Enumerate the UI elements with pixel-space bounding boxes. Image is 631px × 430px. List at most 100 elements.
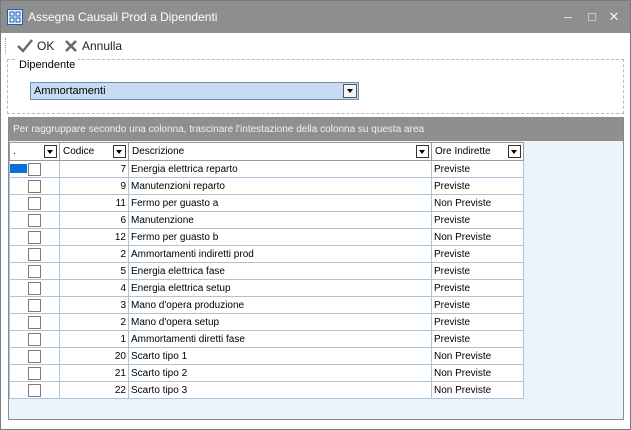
row-checkbox[interactable] xyxy=(28,163,41,176)
group-by-panel[interactable]: Per raggruppare secondo una colonna, tra… xyxy=(9,118,623,141)
table-row[interactable]: 1 Ammortamenti diretti fase Previste xyxy=(9,330,524,348)
row-selector-cell[interactable] xyxy=(9,262,60,280)
row-checkbox[interactable] xyxy=(28,367,41,380)
row-checkbox[interactable] xyxy=(28,248,41,261)
column-header-codice[interactable]: Codice xyxy=(59,142,129,161)
dipendente-combobox[interactable]: Ammortamenti xyxy=(30,82,359,100)
chevron-down-icon[interactable] xyxy=(343,84,357,98)
row-checkbox[interactable] xyxy=(28,197,41,210)
ore-indirette-cell[interactable]: Previste xyxy=(431,262,524,280)
row-selector-cell[interactable] xyxy=(9,194,60,212)
codice-cell[interactable]: 21 xyxy=(59,364,129,382)
table-row[interactable]: 5 Energia elettrica fase Previste xyxy=(9,262,524,280)
column-header-select[interactable]: . xyxy=(9,142,60,161)
descrizione-cell[interactable]: Energia elettrica reparto xyxy=(128,160,432,178)
descrizione-cell[interactable]: Energia elettrica setup xyxy=(128,279,432,297)
table-row[interactable]: 3 Mano d'opera produzione Previste xyxy=(9,296,524,314)
descrizione-cell[interactable]: Manutenzioni reparto xyxy=(128,177,432,195)
ore-indirette-cell[interactable]: Previste xyxy=(431,211,524,229)
table-row[interactable]: 12 Fermo per guasto b Non Previste xyxy=(9,228,524,246)
codice-cell[interactable]: 1 xyxy=(59,330,129,348)
title-bar[interactable]: Assegna Causali Prod a Dipendenti – □ ✕ xyxy=(1,1,630,33)
codice-cell[interactable]: 2 xyxy=(59,245,129,263)
row-checkbox[interactable] xyxy=(28,299,41,312)
row-checkbox[interactable] xyxy=(28,180,41,193)
ore-indirette-cell[interactable]: Previste xyxy=(431,279,524,297)
filter-dropdown-icon[interactable] xyxy=(113,145,126,158)
row-selector-cell[interactable] xyxy=(9,211,60,229)
row-selector-cell[interactable] xyxy=(9,228,60,246)
codice-cell[interactable]: 3 xyxy=(59,296,129,314)
column-header-descrizione[interactable]: Descrizione xyxy=(128,142,432,161)
toolbar-grip[interactable] xyxy=(5,38,8,54)
table-row[interactable]: 11 Fermo per guasto a Non Previste xyxy=(9,194,524,212)
codice-cell[interactable]: 12 xyxy=(59,228,129,246)
table-row[interactable]: 20 Scarto tipo 1 Non Previste xyxy=(9,347,524,365)
codice-cell[interactable]: 2 xyxy=(59,313,129,331)
codice-cell[interactable]: 20 xyxy=(59,347,129,365)
close-icon[interactable]: ✕ xyxy=(604,7,624,27)
ore-indirette-cell[interactable]: Non Previste xyxy=(431,381,524,399)
row-checkbox[interactable] xyxy=(28,350,41,363)
codice-cell[interactable]: 7 xyxy=(59,160,129,178)
ore-indirette-cell[interactable]: Non Previste xyxy=(431,228,524,246)
cancel-button[interactable]: Annulla xyxy=(64,37,122,55)
maximize-icon[interactable]: □ xyxy=(582,7,602,27)
table-row[interactable]: 21 Scarto tipo 2 Non Previste xyxy=(9,364,524,382)
descrizione-cell[interactable]: Mano d'opera produzione xyxy=(128,296,432,314)
descrizione-cell[interactable]: Manutenzione xyxy=(128,211,432,229)
ore-indirette-cell[interactable]: Non Previste xyxy=(431,364,524,382)
row-selector-cell[interactable] xyxy=(9,364,60,382)
ore-indirette-cell[interactable]: Previste xyxy=(431,245,524,263)
column-header-ore-indirette[interactable]: Ore Indirette xyxy=(431,142,524,161)
descrizione-cell[interactable]: Mano d'opera setup xyxy=(128,313,432,331)
row-selector-cell[interactable] xyxy=(9,160,60,178)
descrizione-cell[interactable]: Scarto tipo 1 xyxy=(128,347,432,365)
table-row[interactable]: 9 Manutenzioni reparto Previste xyxy=(9,177,524,195)
row-checkbox[interactable] xyxy=(28,282,41,295)
row-selector-cell[interactable] xyxy=(9,313,60,331)
table-row[interactable]: 4 Energia elettrica setup Previste xyxy=(9,279,524,297)
descrizione-cell[interactable]: Fermo per guasto a xyxy=(128,194,432,212)
descrizione-cell[interactable]: Scarto tipo 2 xyxy=(128,364,432,382)
ore-indirette-cell[interactable]: Previste xyxy=(431,330,524,348)
codice-cell[interactable]: 11 xyxy=(59,194,129,212)
ore-indirette-cell[interactable]: Previste xyxy=(431,177,524,195)
table-row[interactable]: 2 Mano d'opera setup Previste xyxy=(9,313,524,331)
ore-indirette-cell[interactable]: Previste xyxy=(431,160,524,178)
table-row[interactable]: 7 Energia elettrica reparto Previste xyxy=(9,160,524,178)
row-selector-cell[interactable] xyxy=(9,296,60,314)
row-selector-cell[interactable] xyxy=(9,347,60,365)
descrizione-cell[interactable]: Fermo per guasto b xyxy=(128,228,432,246)
row-checkbox[interactable] xyxy=(28,316,41,329)
row-selector-cell[interactable] xyxy=(9,330,60,348)
table-row[interactable]: 22 Scarto tipo 3 Non Previste xyxy=(9,381,524,399)
row-checkbox[interactable] xyxy=(28,214,41,227)
row-checkbox[interactable] xyxy=(28,231,41,244)
row-checkbox[interactable] xyxy=(28,333,41,346)
filter-dropdown-icon[interactable] xyxy=(416,145,429,158)
codice-cell[interactable]: 6 xyxy=(59,211,129,229)
row-selector-cell[interactable] xyxy=(9,177,60,195)
ore-indirette-cell[interactable]: Non Previste xyxy=(431,194,524,212)
ok-button[interactable]: OK xyxy=(17,37,54,55)
table-row[interactable]: 2 Ammortamenti indiretti prod Previste xyxy=(9,245,524,263)
row-selector-cell[interactable] xyxy=(9,245,60,263)
descrizione-cell[interactable]: Ammortamenti indiretti prod xyxy=(128,245,432,263)
ore-indirette-cell[interactable]: Previste xyxy=(431,296,524,314)
descrizione-cell[interactable]: Energia elettrica fase xyxy=(128,262,432,280)
codice-cell[interactable]: 4 xyxy=(59,279,129,297)
codice-cell[interactable]: 9 xyxy=(59,177,129,195)
row-selector-cell[interactable] xyxy=(9,381,60,399)
codice-cell[interactable]: 5 xyxy=(59,262,129,280)
row-checkbox[interactable] xyxy=(28,384,41,397)
filter-dropdown-icon[interactable] xyxy=(44,145,57,158)
ore-indirette-cell[interactable]: Previste xyxy=(431,313,524,331)
codice-cell[interactable]: 22 xyxy=(59,381,129,399)
descrizione-cell[interactable]: Ammortamenti diretti fase xyxy=(128,330,432,348)
minimize-icon[interactable]: – xyxy=(558,7,578,27)
row-selector-cell[interactable] xyxy=(9,279,60,297)
ore-indirette-cell[interactable]: Non Previste xyxy=(431,347,524,365)
filter-dropdown-icon[interactable] xyxy=(508,145,521,158)
row-checkbox[interactable] xyxy=(28,265,41,278)
